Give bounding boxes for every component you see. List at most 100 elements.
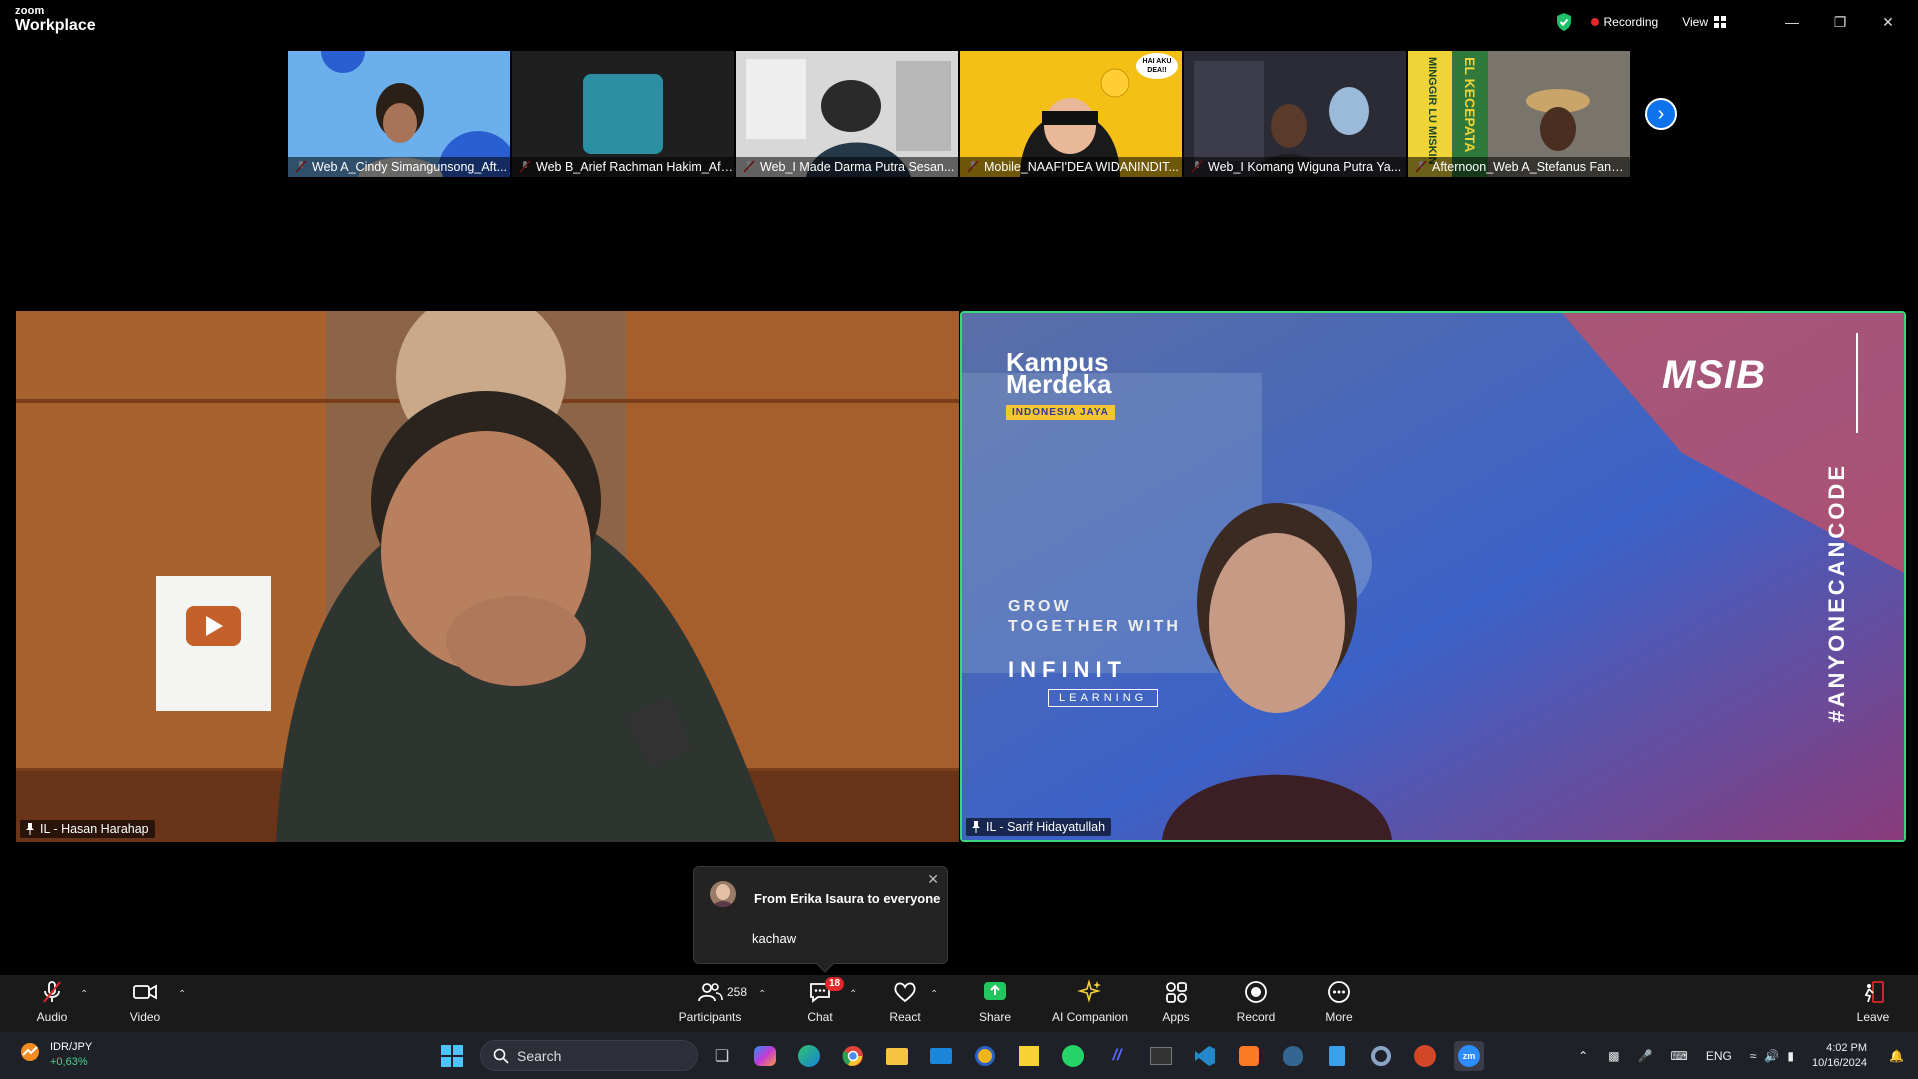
react-options-chevron-icon[interactable]: ⌃ [930,989,938,1000]
wifi-icon[interactable]: ≈ [1750,1049,1757,1063]
edge-browser-icon[interactable] [794,1041,824,1071]
file-explorer-icon[interactable] [882,1041,912,1071]
muted-mic-icon [43,981,61,1003]
microphone-icon[interactable]: 🎤 [1638,1049,1653,1063]
vscode-icon[interactable] [1190,1041,1220,1071]
clock[interactable]: 4:02 PM 10/16/2024 [1812,1041,1867,1071]
system-tray: ⌃ ▩ 🎤 ⌨ ENG ≈ 🔊 ▮ 4:02 PM 10/16/2024 🔔 [1578,1032,1918,1079]
more-icon [1328,981,1350,1003]
taskbar-search[interactable]: Search [480,1040,698,1071]
poster-right-text: EL KECEPATA [1462,57,1478,153]
cast-icon[interactable]: ▩ [1608,1049,1619,1063]
more-button[interactable]: More [1294,979,1384,1029]
apps-button[interactable]: Apps [1131,979,1221,1029]
view-button[interactable]: View [1682,15,1726,29]
sticky-notes-icon[interactable] [1014,1041,1044,1071]
zoom-app-icon[interactable]: zm [1454,1041,1484,1071]
thumbnail-strip: Web A_Cindy Simangunsong_Aft... Web B_Ar… [288,51,1630,177]
video-name-label: IL - Sarif Hidayatullah [966,818,1112,836]
sparkle-icon [1077,979,1101,1003]
logo-bottom-text: Workplace [15,17,96,34]
video-options-chevron-icon[interactable]: ⌃ [178,989,186,1000]
whatsapp-icon[interactable] [1058,1041,1088,1071]
task-view-icon[interactable]: ❏ [707,1041,737,1071]
ai-companion-button[interactable]: AI Companion [1045,979,1135,1029]
audio-options-chevron-icon[interactable]: ⌃ [80,989,88,1000]
clock-time: 4:02 PM [1826,1041,1868,1054]
windows-start-icon[interactable] [437,1041,467,1071]
kampus-merdeka-logo: Kampus Merdeka INDONESIA JAYA [1006,349,1115,420]
volume-icon[interactable]: 🔊 [1764,1049,1779,1063]
participant-thumbnail[interactable]: HAI AKU DEA!! Mobile_NAAFI'DEA WIDANINDI… [960,51,1182,177]
recording-indicator[interactable]: Recording [1590,15,1658,29]
close-icon[interactable]: ✕ [927,871,939,888]
mail-icon[interactable] [926,1041,956,1071]
language-indicator[interactable]: ENG [1706,1049,1732,1063]
minimize-icon[interactable]: — [1768,0,1816,44]
leave-label: Leave [1856,1010,1890,1024]
participant-thumbnail[interactable]: Web_I Komang Wiguna Putra Ya... [1184,51,1406,177]
apps-icon [1166,982,1187,1003]
restore-icon[interactable]: ❐ [1816,0,1864,44]
video-name-label: IL - Hasan Harahap [20,820,155,838]
chevron-right-icon: › [1657,102,1665,125]
ticker-change: +0,63% [50,1056,88,1068]
close-icon[interactable]: ✕ [1864,0,1912,44]
participant-thumbnail[interactable]: Web A_Cindy Simangunsong_Aft... [288,51,510,177]
clock-date: 10/16/2024 [1811,1056,1868,1069]
hashtag-text: #ANYONECANCODE [1824,463,1849,723]
infinit-text: INFINIT [1008,657,1127,682]
currency-widget[interactable]: IDR/JPY +0,63% [18,1040,92,1070]
video-button[interactable]: Video [100,979,190,1029]
active-speaker-video-tile[interactable]: Kampus Merdeka INDONESIA JAYA MSIB #ANYO… [960,311,1906,842]
avatar [710,881,736,907]
keyboard-icon[interactable]: ⌨ [1670,1049,1687,1063]
audio-label: Audio [36,1010,68,1024]
chevron-up-icon[interactable]: ⌃ [1578,1049,1588,1063]
participant-thumbnail[interactable]: Web_I Made Darma Putra Sesan... [736,51,958,177]
participant-name: Mobile_NAAFI'DEA WIDANINDIT... [960,157,1182,177]
react-button[interactable]: React [860,979,950,1029]
pin-icon [972,821,980,833]
poster-left-text: MINGGIR LU MISKIN [1426,57,1438,165]
participant-name: Afternoon_Web A_Stefanus Fandi... [1408,157,1630,177]
battery-icon[interactable]: ▮ [1787,1049,1794,1063]
share-screen-icon [984,982,1006,1000]
search-label: Search [517,1047,562,1064]
speech-bubble: HAI AKU DEA!! [1136,53,1178,79]
settings-gear-icon[interactable] [1366,1041,1396,1071]
next-page-button[interactable]: › [1645,98,1677,130]
leave-button[interactable]: Leave [1828,979,1918,1029]
chat-message: kachaw [752,931,797,946]
participant-name: IL - Sarif Hidayatullah [986,820,1106,834]
recording-dot-icon [1590,18,1599,26]
participants-count: 258 [727,985,748,999]
notepad-icon[interactable] [1322,1041,1352,1071]
apps-label: Apps [1162,1010,1190,1024]
main-video-tile[interactable]: IL - Hasan Harahap [16,311,959,842]
chat-button[interactable]: 18 Chat [775,977,865,1029]
powerpoint-icon[interactable] [1410,1041,1440,1071]
participants-options-chevron-icon[interactable]: ⌃ [758,989,766,1000]
postgres-icon[interactable] [1278,1041,1308,1071]
audio-button[interactable]: Audio [7,979,97,1029]
chat-options-chevron-icon[interactable]: ⌃ [849,989,857,1000]
record-button[interactable]: Record [1211,979,1301,1029]
notification-bell-icon[interactable]: 🔔 [1889,1049,1904,1063]
grid-icon [1714,16,1726,28]
grow-text: GROW [1008,598,1072,615]
logo-top-text: zoom [15,5,45,17]
xampp-icon[interactable] [1234,1041,1264,1071]
share-button[interactable]: Share [950,979,1040,1029]
copilot-icon[interactable] [750,1041,780,1071]
participant-thumbnail[interactable]: Web B_Arief Rachman Hakim_Aft... [512,51,734,177]
ticker-name: IDR/JPY [50,1041,93,1053]
vpn-globe-icon[interactable] [970,1041,1000,1071]
participant-thumbnail[interactable]: MINGGIR LU MISKIN EL KECEPATA Afternoon_… [1408,51,1630,177]
leave-door-icon [1864,981,1884,1003]
terminal-icon[interactable] [1146,1041,1176,1071]
chat-notification[interactable]: From Erika Isaura to everyone kachaw ✕ [693,866,948,973]
chrome-browser-icon[interactable] [838,1041,868,1071]
pen-app-icon[interactable]: // [1102,1041,1132,1071]
shield-check-icon[interactable] [1555,12,1573,32]
